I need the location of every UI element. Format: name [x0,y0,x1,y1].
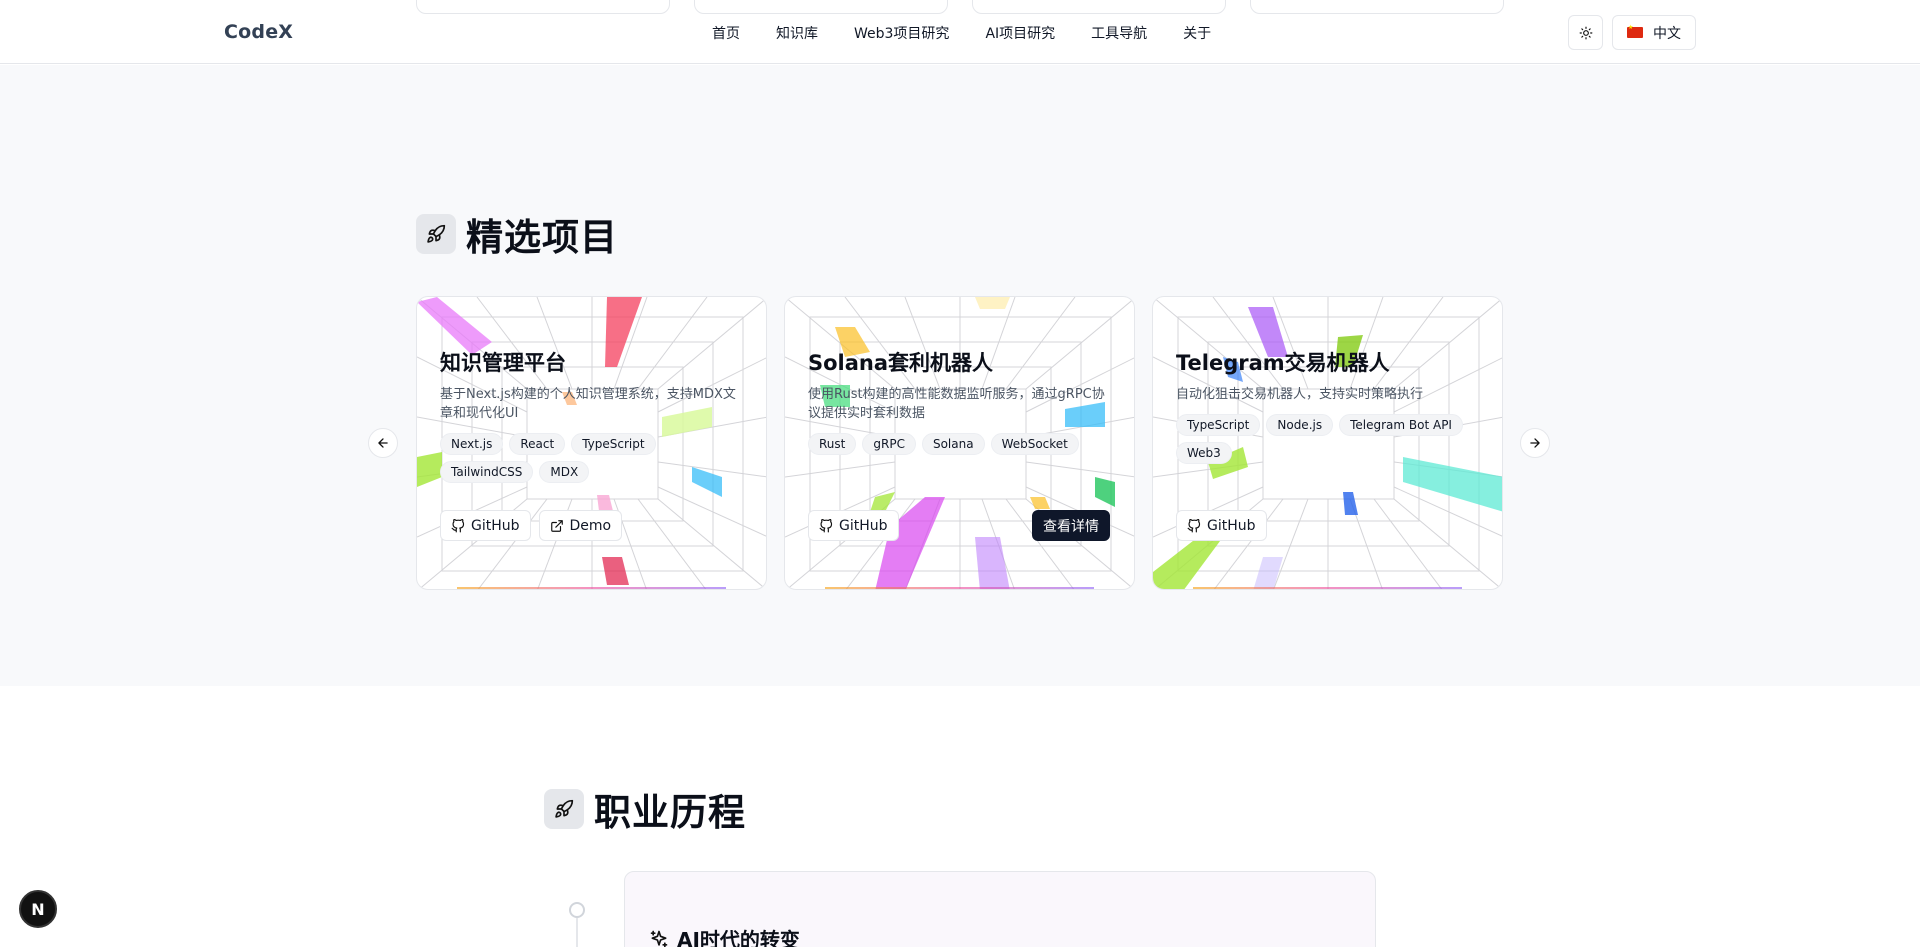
nav-ai-research[interactable]: AI项目研究 [985,23,1055,43]
tag: Next.js [440,433,504,455]
card-title: Solana套利机器人 [808,351,994,375]
project-card[interactable]: Telegram交易机器人 自动化狙击交易机器人，支持实时策略执行 TypeSc… [1152,296,1503,590]
career-heading: 职业历程 [544,782,746,836]
card-content: Solana套利机器人 使用Rust构建的高性能数据监听服务，通过gRPC协议提… [808,347,1110,455]
nav-about[interactable]: 关于 [1183,23,1211,43]
github-label: GitHub [839,517,888,534]
card-content: Telegram交易机器人 自动化狙击交易机器人，支持实时策略执行 TypeSc… [1176,347,1478,464]
site-logo[interactable]: CodeX [224,21,293,43]
card-title: Telegram交易机器人 [1176,351,1390,375]
card-title: 知识管理平台 [440,351,566,375]
tag: Web3 [1176,442,1232,464]
section-title: 精选项目 [466,216,618,259]
scrolled-card-edge [1250,0,1504,14]
tag-list: Rust gRPC Solana WebSocket [808,433,1110,455]
tag: TypeScript [571,433,656,455]
sun-icon [1579,26,1592,39]
project-card[interactable]: Solana套利机器人 使用Rust构建的高性能数据监听服务，通过gRPC协议提… [784,296,1135,590]
card-actions: GitHub 查看详情 [808,510,1110,541]
tag: TypeScript [1176,414,1261,436]
tag: MDX [539,461,590,483]
career-item-label: AI时代的转变 [677,928,800,947]
arrow-right-icon [1530,438,1540,448]
carousel-next-button[interactable] [1520,428,1550,458]
card-description: 基于Next.js构建的个人知识管理系统，支持MDX文章和现代化UI [440,387,736,421]
timeline-line [576,918,578,947]
language-label: 中文 [1653,25,1681,42]
demo-button[interactable]: Demo [538,510,623,541]
rocket-icon [416,214,456,254]
external-link-icon [550,519,563,532]
language-switcher[interactable]: 中文 [1612,15,1696,50]
scrolled-card-edge [416,0,670,14]
main-nav: 首页 知识库 Web3项目研究 AI项目研究 工具导航 关于 [712,23,1247,43]
github-icon [819,518,833,532]
tag: React [509,433,566,455]
nav-knowledge[interactable]: 知识库 [776,23,818,43]
project-card[interactable]: 知识管理平台 基于Next.js构建的个人知识管理系统，支持MDX文章和现代化U… [416,296,767,590]
github-label: GitHub [471,517,520,534]
scrolled-card-edge [694,0,948,14]
nav-tools[interactable]: 工具导航 [1091,23,1147,43]
tag: Rust [808,433,857,455]
github-label: GitHub [1207,517,1256,534]
card-description: 使用Rust构建的高性能数据监听服务，通过gRPC协议提供实时套利数据 [808,387,1105,421]
tag: gRPC [862,433,916,455]
card-actions: GitHub [1176,510,1478,541]
theme-toggle-button[interactable] [1568,15,1603,50]
card-accent-line [457,587,726,589]
tag: Node.js [1266,414,1334,436]
tag-list: Next.js React TypeScript TailwindCSS MDX [440,433,742,483]
tag: Telegram Bot API [1339,414,1463,436]
section-title: 职业历程 [594,791,746,834]
card-accent-line [825,587,1094,589]
github-button[interactable]: GitHub [1176,510,1267,541]
china-flag-icon [1627,24,1643,38]
tag-list: TypeScript Node.js Telegram Bot API Web3 [1176,414,1478,464]
nav-web3-research[interactable]: Web3项目研究 [854,23,949,43]
scrolled-card-edge [972,0,1226,14]
top-navbar: CodeX 首页 知识库 Web3项目研究 AI项目研究 工具导航 关于 中文 [0,0,1920,64]
nav-home[interactable]: 首页 [712,23,740,43]
carousel-prev-button[interactable] [368,428,398,458]
view-details-button[interactable]: 查看详情 [1032,510,1110,541]
github-button[interactable]: GitHub [808,510,899,541]
sparkles-icon [650,930,668,947]
featured-projects-heading: 精选项目 [416,207,618,261]
career-item-title: AI时代的转变 [649,924,800,947]
career-item-card: AI时代的转变 [624,871,1376,947]
tag: Solana [921,433,985,455]
rocket-icon [544,789,584,829]
github-icon [451,518,465,532]
card-accent-line [1193,587,1462,589]
github-button[interactable]: GitHub [440,510,531,541]
tag: WebSocket [990,433,1079,455]
github-icon [1187,518,1201,532]
timeline-dot [569,902,585,918]
demo-label: Demo [569,517,612,534]
tag: TailwindCSS [440,461,534,483]
arrow-left-icon [378,438,388,448]
card-description: 自动化狙击交易机器人，支持实时策略执行 [1176,387,1424,402]
nextjs-dev-badge[interactable]: N [19,890,57,928]
card-content: 知识管理平台 基于Next.js构建的个人知识管理系统，支持MDX文章和现代化U… [440,347,742,483]
card-actions: GitHub Demo [440,510,742,541]
